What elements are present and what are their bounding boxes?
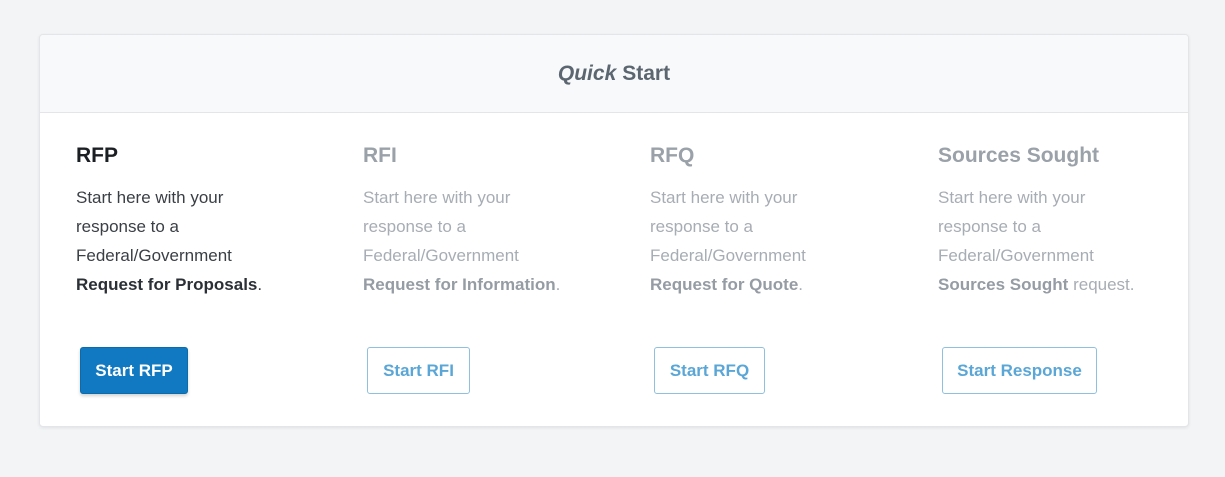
- description-line: response to a: [650, 217, 754, 236]
- description-line: Start here with your: [363, 188, 511, 207]
- description-line: Start here with your: [938, 188, 1086, 207]
- option-description: Start here with your response to a Feder…: [76, 183, 291, 299]
- description-suffix: .: [798, 275, 804, 294]
- start-rfp-button[interactable]: Start RFP: [80, 347, 188, 394]
- description-bold: Request for Proposals: [76, 275, 258, 294]
- description-line: response to a: [363, 217, 467, 236]
- description-line: Federal/Government: [938, 246, 1094, 265]
- option-title: Sources Sought: [938, 144, 1100, 167]
- description-line: Federal/Government: [76, 246, 232, 265]
- card-header: Quick Start: [40, 35, 1188, 113]
- description-suffix: .: [555, 275, 561, 294]
- description-bold: Sources Sought: [938, 275, 1069, 294]
- description-line: response to a: [938, 217, 1042, 236]
- quick-start-card: Quick Start RFP Start here with your res…: [39, 34, 1189, 427]
- description-line: Start here with your: [76, 188, 224, 207]
- start-rfq-button[interactable]: Start RFQ: [654, 347, 765, 394]
- option-description: Start here with your response to a Feder…: [363, 183, 578, 299]
- card-title-italic: Quick: [557, 61, 617, 85]
- description-line: Federal/Government: [650, 246, 806, 265]
- description-line: Federal/Government: [363, 246, 519, 265]
- option-title: RFI: [363, 144, 397, 167]
- option-description: Start here with your response to a Feder…: [938, 183, 1153, 299]
- options-row: RFP Start here with your response to a F…: [40, 113, 1188, 426]
- option-title: RFP: [76, 144, 118, 167]
- description-suffix: request.: [1068, 275, 1135, 294]
- card-title-rest: Start: [622, 61, 671, 85]
- option-description: Start here with your response to a Feder…: [650, 183, 865, 299]
- description-line: response to a: [76, 217, 180, 236]
- description-bold: Request for Quote: [650, 275, 799, 294]
- description-bold: Request for Information: [363, 275, 556, 294]
- option-title: RFQ: [650, 144, 695, 167]
- start-response-button[interactable]: Start Response: [942, 347, 1097, 394]
- start-rfi-button[interactable]: Start RFI: [367, 347, 470, 394]
- description-line: Start here with your: [650, 188, 798, 207]
- description-suffix: .: [257, 275, 263, 294]
